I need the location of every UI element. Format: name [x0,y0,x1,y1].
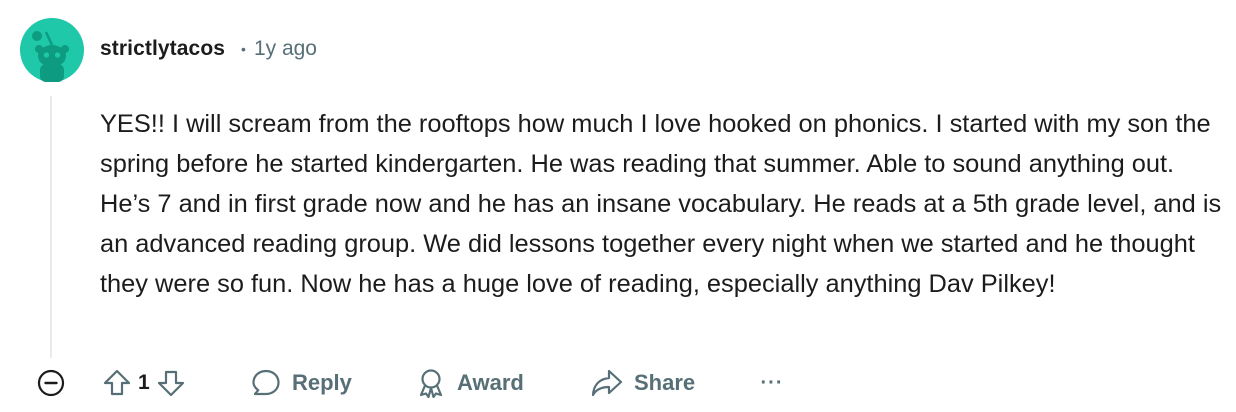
award-ribbon-icon [419,369,443,399]
comment-meta: strictlytacos • 1y ago [100,36,317,62]
avatar[interactable] [20,18,84,82]
reply-label: Reply [292,370,352,395]
arrow-down-icon [157,370,184,397]
share-button[interactable]: Share [590,364,695,402]
award-label: Award [457,370,524,395]
share-arrow-icon [591,369,623,397]
minus-circle-icon [37,369,65,397]
comment-timestamp[interactable]: 1y ago [254,37,317,61]
reply-button[interactable]: Reply [250,364,352,402]
speech-bubble-icon [252,369,280,396]
vote-count: 1 [138,371,150,394]
snoo-avatar-icon [20,18,84,82]
collapse-thread-button[interactable] [34,366,68,400]
comment-body: YES!! I will scream from the rooftops ho… [100,110,1222,298]
share-label: Share [634,370,696,395]
upvote-button[interactable] [98,364,136,402]
downvote-button[interactable] [152,364,190,402]
thread-line[interactable] [50,96,52,358]
ellipsis-icon: ··· [760,371,784,394]
comment-action-bar: 1 Reply Award Share ··· [0,360,1236,406]
award-button[interactable]: Award [415,364,524,402]
arrow-up-icon [103,369,131,396]
vote-controls: 1 [98,364,190,402]
more-options-button[interactable]: ··· [758,364,786,402]
author-username[interactable]: strictlytacos [100,37,225,61]
meta-separator: • [241,41,246,57]
